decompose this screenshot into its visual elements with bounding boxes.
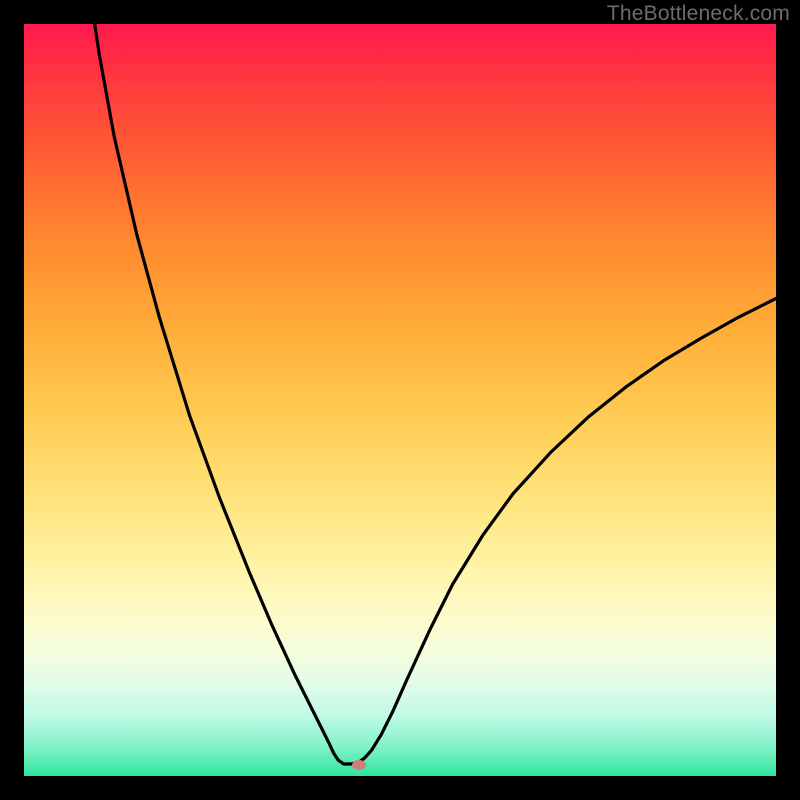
bottleneck-curve [24, 24, 776, 776]
chart-frame: TheBottleneck.com [0, 0, 800, 800]
plot-area [24, 24, 776, 776]
optimum-marker [352, 760, 366, 770]
watermark-text: TheBottleneck.com [607, 2, 790, 26]
